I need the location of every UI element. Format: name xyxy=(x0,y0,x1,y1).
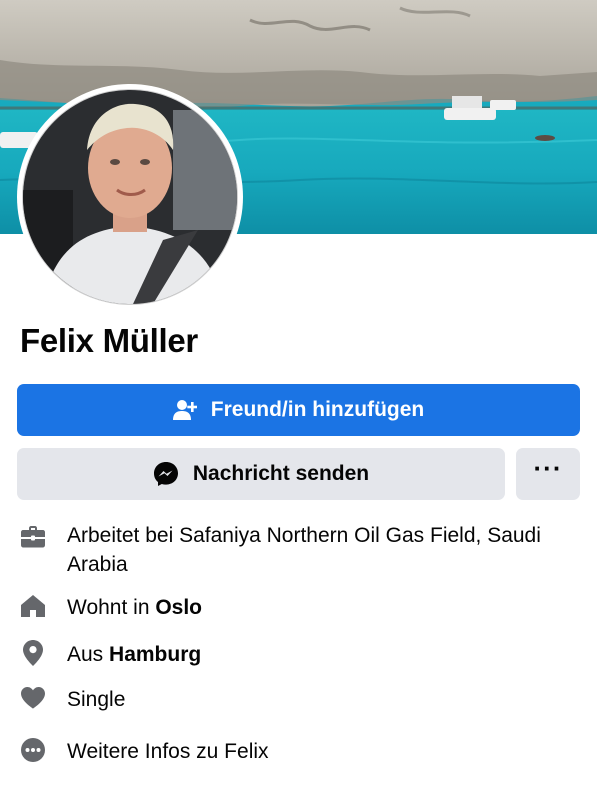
more-dots-icon: ··· xyxy=(533,453,563,483)
send-message-label: Nachricht senden xyxy=(192,462,370,485)
info-from: Aus Hamburg xyxy=(20,640,590,669)
add-friend-button[interactable]: Freund/in hinzufügen xyxy=(17,384,580,436)
briefcase-icon xyxy=(20,524,46,550)
home-icon xyxy=(20,593,46,619)
location-pin-icon xyxy=(20,640,46,666)
info-lives-in: Wohnt in Oslo xyxy=(20,593,590,622)
from-prefix: Aus xyxy=(67,643,110,666)
info-relationship: Single xyxy=(20,685,590,714)
avatar-image xyxy=(22,89,238,305)
lives-in-prefix: Wohnt in xyxy=(67,596,156,619)
person-plus-icon xyxy=(172,398,197,422)
more-info-link[interactable]: Weitere Infos zu Felix xyxy=(67,737,269,766)
info-work: Arbeitet bei Safaniya Northern Oil Gas F… xyxy=(20,521,590,579)
from-city[interactable]: Hamburg xyxy=(109,643,201,666)
send-message-button[interactable]: Nachricht senden xyxy=(17,448,505,500)
profile-picture[interactable] xyxy=(17,84,243,310)
info-more[interactable]: Weitere Infos zu Felix xyxy=(20,737,590,766)
heart-icon xyxy=(20,685,46,711)
work-text: Arbeitet bei Safaniya Northern Oil Gas F… xyxy=(67,524,541,576)
more-options-button[interactable]: ··· xyxy=(516,448,580,500)
messenger-icon xyxy=(153,461,179,487)
lives-in-city[interactable]: Oslo xyxy=(155,596,202,619)
profile-name: Felix Müller xyxy=(20,322,198,359)
relationship-text: Single xyxy=(67,688,126,711)
add-friend-label: Freund/in hinzufügen xyxy=(210,398,425,421)
more-dots-icon xyxy=(20,737,46,763)
